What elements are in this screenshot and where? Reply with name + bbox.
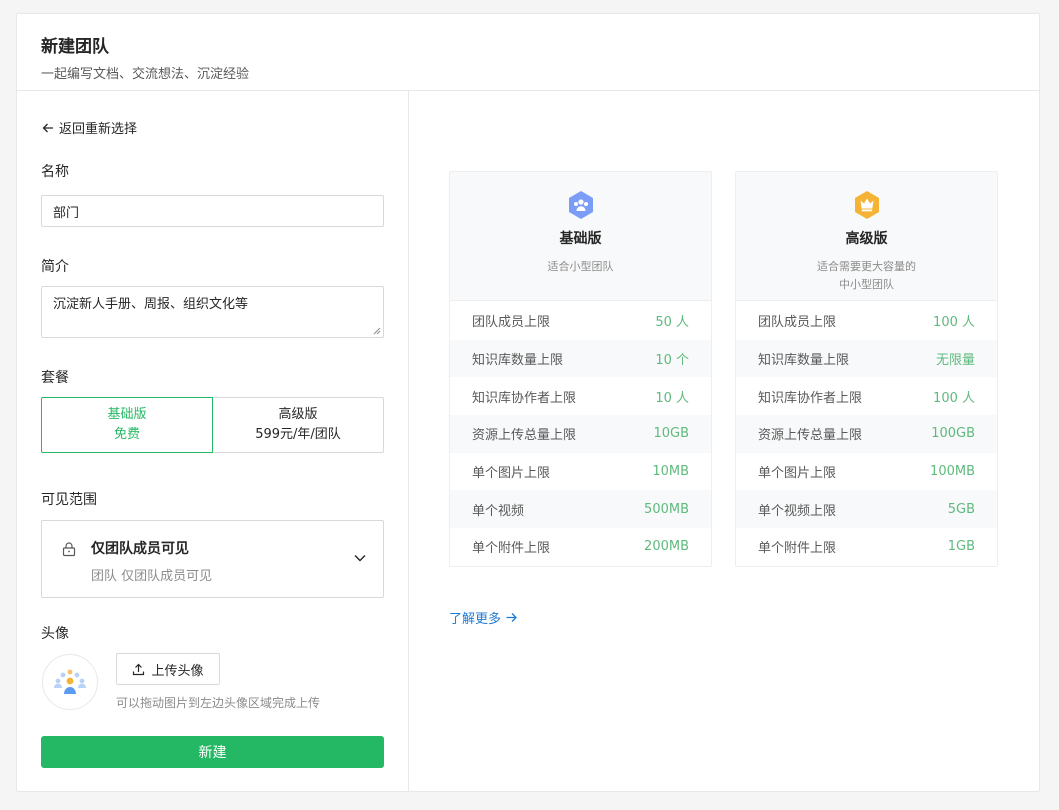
tier-desc: 适合需要更大容量的 中小型团队: [736, 258, 997, 294]
arrow-right-icon: [506, 613, 517, 622]
limit-row: 单个附件上限 200MB: [450, 528, 711, 566]
upload-avatar-label: 上传头像: [151, 663, 204, 679]
team-form: 返回重新选择 名称 部门 简介 沉淀新人手册、周报、组织文化等 套餐 基础版 免…: [17, 91, 409, 792]
tier-name: 基础版: [559, 231, 602, 247]
plan-comparison: 基础版 适合小型团队 团队成员上限 50 人 知识库数量上限 10 个 知识库协作者…: [409, 91, 1039, 792]
limit-value: 10 人: [655, 390, 689, 406]
limit-label: 资源上传总量上限: [472, 428, 577, 444]
visibility-title: 仅团队成员可见: [91, 541, 189, 557]
tier-card-basic: 基础版 适合小型团队 团队成员上限 50 人 知识库数量上限 10 个 知识库协作者…: [449, 171, 712, 567]
limit-row: 单个视频上限 5GB: [736, 490, 997, 529]
upload-hint: 可以拖动图片到左边头像区域完成上传: [116, 696, 321, 710]
create-team-button[interactable]: 新建: [41, 736, 384, 768]
limit-row: 知识库协作者上限 100 人: [736, 377, 997, 415]
tier-desc: 适合小型团队: [450, 258, 711, 276]
limit-label: 知识库数量上限: [758, 353, 850, 369]
intro-textarea-value: 沉淀新人手册、周报、组织文化等: [53, 297, 249, 312]
limit-row: 团队成员上限 50 人: [450, 302, 711, 340]
limit-label: 单个附件上限: [472, 541, 551, 557]
limit-row: 单个视频 500MB: [450, 490, 711, 529]
name-label: 名称: [41, 164, 69, 180]
name-input-value: 部门: [53, 205, 80, 221]
intro-textarea[interactable]: 沉淀新人手册、周报、组织文化等: [41, 286, 384, 338]
plan-option-price: 599元/年/团队: [255, 427, 341, 442]
page-subtitle: 一起编写文档、交流想法、沉淀经验: [41, 67, 250, 82]
card-header: 新建团队 一起编写文档、交流想法、沉淀经验: [17, 14, 1039, 91]
visibility-desc: 团队 仅团队成员可见: [91, 569, 213, 584]
upload-icon: [133, 663, 145, 675]
plan-label: 套餐: [41, 370, 69, 386]
limit-value: 500MB: [644, 501, 689, 517]
tier-desc-line: 适合需要更大容量的: [817, 260, 916, 273]
tier-name: 高级版: [845, 231, 888, 247]
limit-label: 知识库数量上限: [472, 353, 564, 369]
limit-row: 知识库协作者上限 10 人: [450, 377, 711, 415]
back-link-label: 返回重新选择: [59, 122, 138, 137]
limit-value: 100MB: [930, 464, 975, 480]
limit-label: 单个图片上限: [472, 466, 551, 482]
avatar-dropzone[interactable]: [42, 654, 98, 710]
new-team-card: 新建团队 一起编写文档、交流想法、沉淀经验 返回重新选择 名称 部门 简介 沉淀…: [16, 13, 1040, 792]
limit-row: 知识库数量上限 10 个: [450, 339, 711, 378]
learn-more-label: 了解更多: [449, 612, 502, 627]
limit-value: 10 个: [655, 353, 689, 369]
plan-option-premium[interactable]: 高级版 599元/年/团队: [213, 397, 384, 453]
crown-hexagon-icon: [854, 191, 879, 219]
avatar-label: 头像: [41, 626, 69, 642]
limit-label: 知识库协作者上限: [472, 390, 577, 406]
limit-value: 10MB: [652, 464, 689, 480]
back-link[interactable]: 返回重新选择: [41, 118, 137, 137]
chevron-down-icon: [354, 555, 366, 562]
limit-value: 100GB: [931, 426, 975, 442]
tier-desc-line: 适合小型团队: [547, 260, 614, 273]
tier-desc-line: 中小型团队: [839, 278, 894, 291]
limit-value: 无限量: [935, 353, 975, 369]
resize-handle-icon[interactable]: [373, 327, 381, 335]
limit-label: 知识库协作者上限: [758, 390, 863, 406]
tier-limits: 团队成员上限 50 人 知识库数量上限 10 个 知识库协作者上限 10 人 资源上传…: [450, 302, 711, 566]
lock-icon: [62, 542, 76, 557]
tier-header: 基础版 适合小型团队: [450, 172, 711, 301]
intro-label: 简介: [41, 259, 69, 275]
limit-row: 单个图片上限 100MB: [736, 453, 997, 491]
limit-value: 50 人: [655, 315, 689, 331]
plan-option-name: 基础版: [107, 407, 147, 422]
plan-option-price: 免费: [113, 427, 140, 442]
team-hexagon-icon: [568, 191, 593, 219]
limit-label: 团队成员上限: [472, 315, 551, 331]
name-input[interactable]: 部门: [41, 195, 384, 227]
limit-label: 单个附件上限: [758, 541, 837, 557]
limit-label: 单个视频上限: [758, 503, 837, 519]
limit-value: 1GB: [947, 539, 975, 555]
limit-value: 100 人: [933, 315, 975, 331]
limit-row: 知识库数量上限 无限量: [736, 339, 997, 378]
limit-value: 200MB: [644, 539, 689, 555]
tier-header: 高级版 适合需要更大容量的 中小型团队: [736, 172, 997, 301]
limit-label: 资源上传总量上限: [758, 428, 863, 444]
plan-option-name: 高级版: [278, 407, 318, 422]
plan-selector: 基础版 免费 高级版 599元/年/团队: [41, 397, 384, 453]
limit-row: 资源上传总量上限 100GB: [736, 415, 997, 453]
visibility-label: 可见范围: [41, 492, 97, 508]
limit-row: 团队成员上限 100 人: [736, 302, 997, 340]
limit-row: 单个附件上限 1GB: [736, 528, 997, 566]
arrow-left-icon: [42, 123, 53, 132]
upload-avatar-button[interactable]: 上传头像: [116, 653, 220, 685]
limit-row: 单个图片上限 10MB: [450, 453, 711, 491]
page-title: 新建团队: [41, 37, 109, 57]
visibility-select[interactable]: 仅团队成员可见 团队 仅团队成员可见: [41, 520, 384, 598]
limit-label: 单个图片上限: [758, 466, 837, 482]
team-avatar-icon: [54, 669, 86, 694]
tier-card-premium: 高级版 适合需要更大容量的 中小型团队 团队成员上限 100 人 知识库数量上限 无…: [735, 171, 998, 567]
limit-value: 100 人: [933, 390, 975, 406]
limit-label: 团队成员上限: [758, 315, 837, 331]
tier-limits: 团队成员上限 100 人 知识库数量上限 无限量 知识库协作者上限 100 人 资源上…: [736, 302, 997, 566]
limit-value: 5GB: [947, 501, 975, 517]
learn-more-link[interactable]: 了解更多: [449, 608, 518, 627]
limit-value: 10GB: [653, 426, 689, 442]
limit-row: 资源上传总量上限 10GB: [450, 415, 711, 453]
limit-label: 单个视频: [472, 503, 525, 519]
plan-option-basic[interactable]: 基础版 免费: [41, 397, 213, 453]
